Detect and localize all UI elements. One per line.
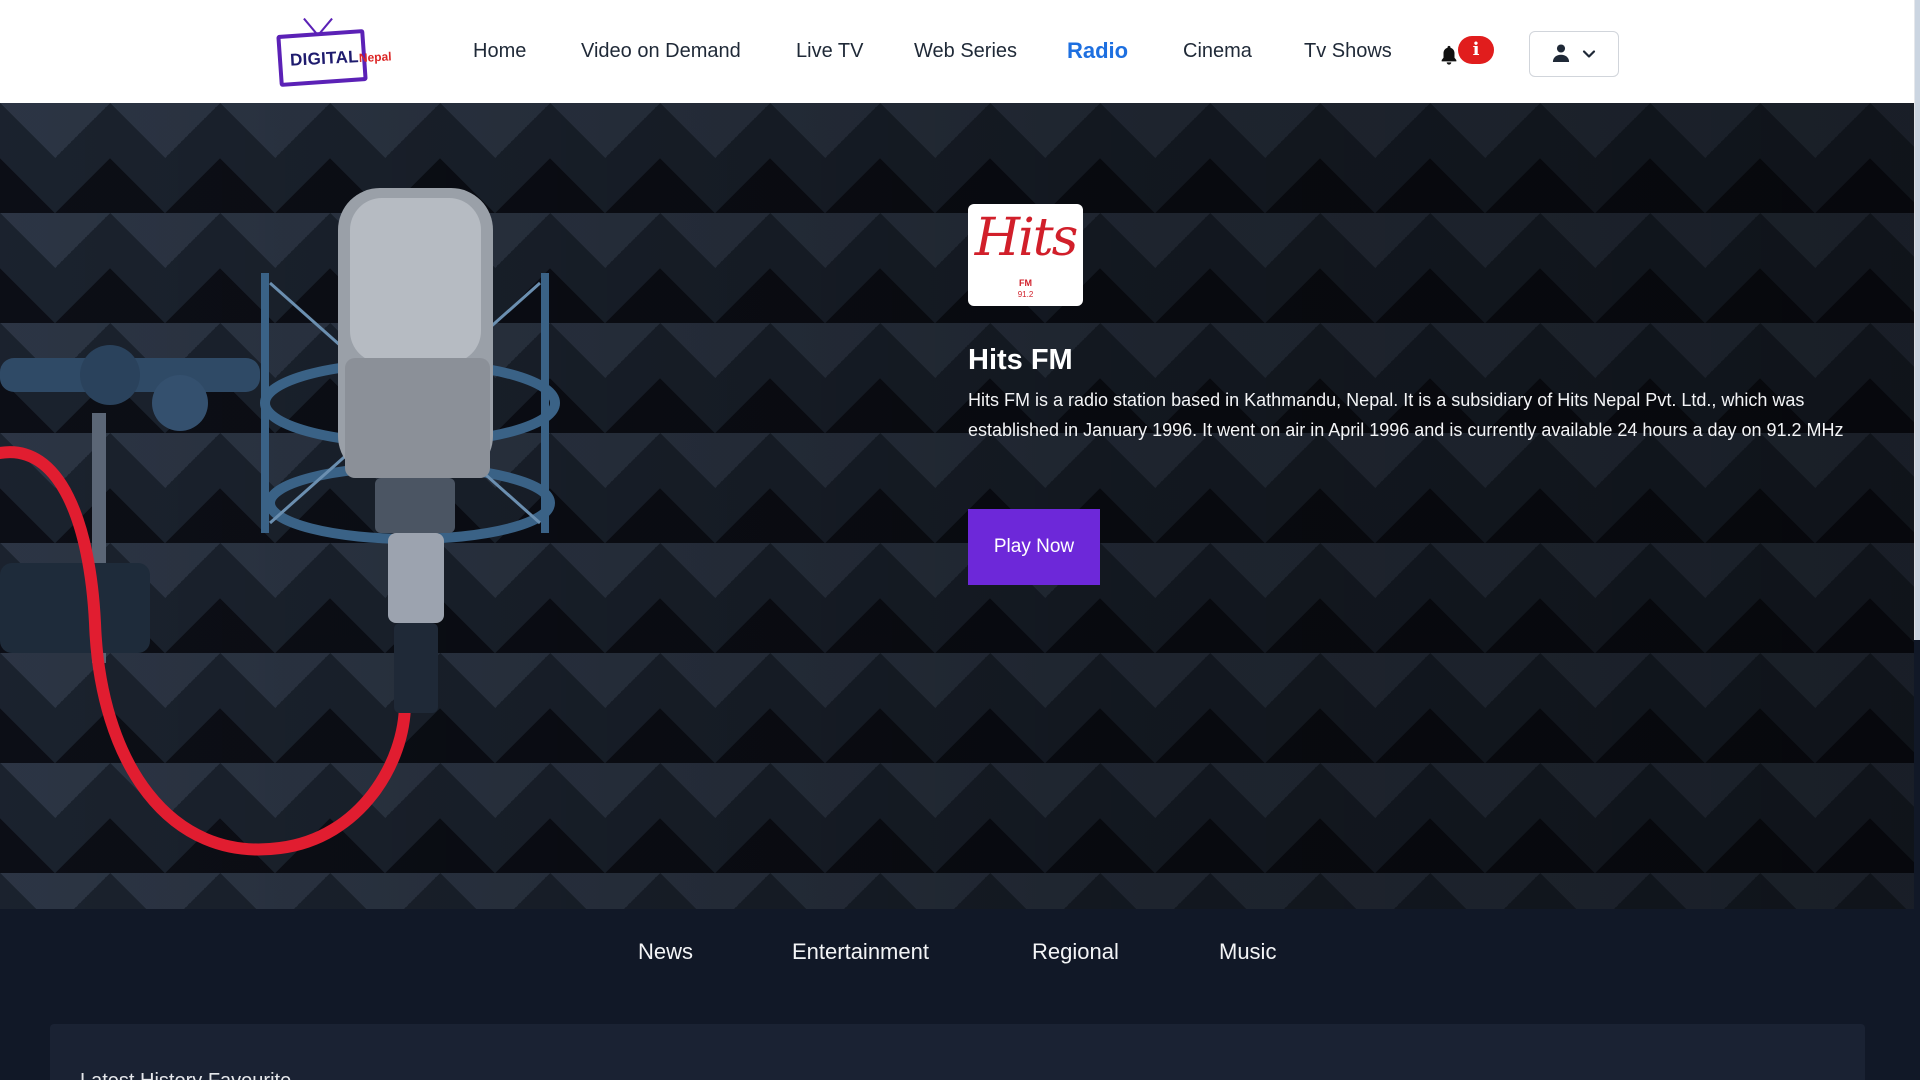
- station-title: Hits FM: [968, 344, 1073, 376]
- notification-badge[interactable]: i: [1458, 36, 1494, 64]
- notification-bell-icon[interactable]: [1438, 44, 1460, 66]
- digital-nepal-logo[interactable]: DIGITALNepal: [276, 14, 402, 88]
- tab-entertainment[interactable]: Entertainment: [792, 939, 929, 965]
- hits-fm-logo: Hits FM 91.2: [968, 204, 1083, 306]
- station-list-panel: Latest History Favourite: [50, 1024, 1865, 1080]
- nav-tv-shows[interactable]: Tv Shows: [1304, 40, 1392, 63]
- play-now-button[interactable]: Play Now: [968, 509, 1100, 585]
- user-icon: [1552, 44, 1570, 62]
- station-logo-script: Hits: [974, 208, 1079, 268]
- radio-hero-banner: Hits FM 91.2 Hits FM Hits FM is a radio …: [0, 103, 1914, 909]
- nav-video-on-demand[interactable]: Video on Demand: [581, 40, 741, 63]
- nav-live-tv[interactable]: Live TV: [796, 40, 863, 63]
- logo-word-nepal: Nepal: [358, 49, 392, 66]
- top-header: DIGITALNepal Home Video on Demand Live T…: [0, 0, 1920, 103]
- radio-category-tabs: News Entertainment Regional Music: [0, 909, 1914, 1021]
- nav-web-series[interactable]: Web Series: [914, 40, 1017, 63]
- nav-radio[interactable]: Radio: [1067, 38, 1128, 64]
- station-logo-sub: FM: [1019, 278, 1032, 288]
- tab-music[interactable]: Music: [1219, 939, 1276, 965]
- user-menu-button[interactable]: [1529, 31, 1619, 77]
- tab-regional[interactable]: Regional: [1032, 939, 1119, 965]
- nav-cinema[interactable]: Cinema: [1183, 40, 1252, 63]
- tab-news[interactable]: News: [638, 939, 693, 965]
- logo-word-digital: DIGITAL: [289, 47, 360, 70]
- chevron-down-icon: [1582, 50, 1596, 58]
- panel-section-tabs[interactable]: Latest History Favourite: [80, 1070, 291, 1080]
- station-description: Hits FM is a radio station based in Kath…: [968, 390, 1844, 440]
- page-scrollbar[interactable]: [1914, 0, 1920, 640]
- nav-home[interactable]: Home: [473, 40, 526, 63]
- studio-microphone-image: [0, 188, 560, 856]
- station-logo-frequency: 91.2: [1017, 290, 1034, 299]
- logo-wordmark: DIGITALNepal: [290, 45, 392, 70]
